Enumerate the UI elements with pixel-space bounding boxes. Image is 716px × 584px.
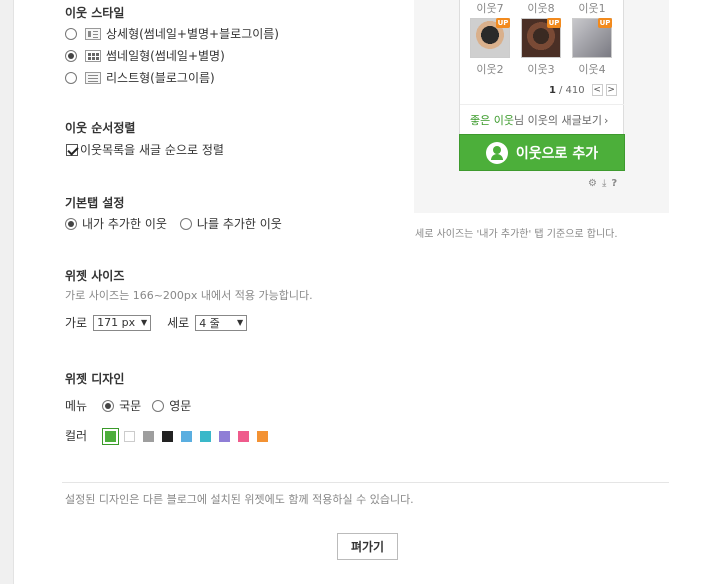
sort-checkbox-label: 이웃목록을 새글 순으로 정렬 xyxy=(80,143,224,157)
style-option-label: 리스트형(블로그이름) xyxy=(106,71,215,85)
tab-radio-added-me[interactable] xyxy=(179,217,192,230)
help-icon[interactable]: ? xyxy=(611,178,617,189)
color-swatch[interactable] xyxy=(181,430,193,442)
footer-divider xyxy=(62,482,669,483)
left-edge-bar xyxy=(0,0,14,584)
add-neighbor-label: 이웃으로 추가 xyxy=(515,145,599,162)
neighbor-avatar[interactable]: UP xyxy=(470,18,510,58)
add-neighbor-button[interactable]: 이웃으로 추가 xyxy=(459,134,625,171)
default-tab-section-title: 기본탭 설정 xyxy=(65,196,125,210)
color-row: 컬러 xyxy=(65,427,276,445)
neighbor-name[interactable]: 이웃1 xyxy=(571,0,613,16)
neighbor-name[interactable]: 이웃4 xyxy=(571,61,613,77)
style-option-label: 썸네일형(썸네일+별명) xyxy=(106,49,225,63)
update-badge: UP xyxy=(496,18,510,28)
menu-option-label: 국문 xyxy=(119,399,142,413)
color-swatch[interactable] xyxy=(257,430,269,442)
color-swatch[interactable] xyxy=(219,430,231,442)
preview-caption: 세로 사이즈는 '내가 추가한' 탭 기준으로 합니다. xyxy=(415,229,618,240)
preview-divider xyxy=(460,104,624,105)
tab-option-label: 내가 추가한 이웃 xyxy=(82,217,167,231)
color-swatch[interactable] xyxy=(238,430,250,442)
color-swatch[interactable] xyxy=(143,430,155,442)
color-swatch[interactable] xyxy=(124,430,136,442)
neighbor-name[interactable]: 이웃7 xyxy=(469,0,511,16)
detail-layout-icon xyxy=(85,27,101,40)
menu-radio-korean[interactable] xyxy=(102,399,115,412)
style-section-title: 이웃 스타일 xyxy=(65,6,125,20)
menu-radio-english[interactable] xyxy=(152,399,165,412)
style-option-label: 상세형(썸네일+별명+블로그이름) xyxy=(106,27,279,41)
pager-total: / 410 xyxy=(558,84,585,96)
pager-next-button[interactable]: > xyxy=(605,84,617,96)
sort-section-title: 이웃 순서정렬 xyxy=(65,121,136,135)
tab-option-label: 나를 추가한 이웃 xyxy=(196,217,282,231)
neighbor-name[interactable]: 이웃3 xyxy=(520,61,562,77)
neighbor-avatar[interactable]: UP xyxy=(572,18,612,58)
width-select-value: 171 px xyxy=(97,316,136,329)
width-label: 가로 xyxy=(65,316,88,330)
widget-preview-panel: 이웃7 이웃8 이웃1 UP UP UP 이웃2 이웃3 이웃4 1 / 410… xyxy=(414,0,669,213)
color-swatch[interactable] xyxy=(102,427,120,445)
height-label: 세로 xyxy=(167,316,190,330)
neighbor-name[interactable]: 이웃2 xyxy=(469,61,511,77)
pager-current: 1 xyxy=(549,84,556,96)
style-option-list[interactable]: 리스트형(블로그이름) xyxy=(65,69,215,86)
update-badge: UP xyxy=(547,18,561,28)
chevron-down-icon: ▼ xyxy=(237,318,244,327)
sort-checkbox-row[interactable]: 이웃목록을 새글 순으로 정렬 xyxy=(66,141,224,158)
height-select-value: 4 줄 xyxy=(199,316,220,330)
pager-prev-button[interactable]: < xyxy=(591,84,603,96)
footer-note: 설정된 디자인은 다른 블로그에 설치된 위젯에도 함께 적용하실 수 있습니다… xyxy=(65,493,414,506)
color-swatch-list xyxy=(102,427,276,445)
style-radio-list[interactable] xyxy=(65,71,77,84)
neighbor-avatar[interactable]: UP xyxy=(521,18,561,58)
style-radio-thumbnail[interactable] xyxy=(65,49,77,62)
apply-button[interactable]: 펴가기 xyxy=(337,533,398,560)
download-icon[interactable]: ⤓ xyxy=(602,178,606,189)
tab-radio-added-by-me[interactable] xyxy=(65,217,77,230)
preview-pager: 1 / 410 < > xyxy=(549,84,617,96)
widget-design-section-title: 위젯 디자인 xyxy=(65,372,125,386)
menu-label: 메뉴 xyxy=(65,399,88,413)
thumbnail-layout-icon xyxy=(85,49,101,62)
sort-new-posts-checkbox[interactable] xyxy=(66,143,78,156)
widget-size-section-title: 위젯 사이즈 xyxy=(65,269,125,283)
update-badge: UP xyxy=(598,18,612,28)
gear-icon[interactable]: ⚙ xyxy=(588,178,597,189)
height-select[interactable]: 4 줄 ▼ xyxy=(195,314,248,331)
neighbor-name[interactable]: 이웃8 xyxy=(520,0,562,16)
color-swatch[interactable] xyxy=(200,430,212,442)
person-icon xyxy=(485,141,508,164)
default-tab-options: 내가 추가한 이웃 나를 추가한 이웃 xyxy=(65,215,282,232)
style-option-detail[interactable]: 상세형(썸네일+별명+블로그이름) xyxy=(65,25,279,42)
menu-option-label: 영문 xyxy=(169,399,192,413)
style-radio-detail[interactable] xyxy=(65,27,77,40)
list-layout-icon xyxy=(85,71,101,84)
style-option-thumbnail[interactable]: 썸네일형(썸네일+별명) xyxy=(65,47,225,64)
color-label: 컬러 xyxy=(65,429,88,443)
preview-tools: ⚙ ⤓ ? xyxy=(588,178,617,189)
chevron-right-icon: › xyxy=(603,114,609,127)
widget-size-hint: 가로 사이즈는 166~200px 내에서 적용 가능합니다. xyxy=(65,289,313,302)
menu-language-row: 메뉴 국문 영문 xyxy=(65,397,191,414)
new-posts-link-highlight: 좋은 이웃 xyxy=(470,114,514,127)
widget-size-row: 가로 171 px ▼ 세로 4 줄 ▼ xyxy=(65,314,248,331)
new-posts-link[interactable]: 좋은 이웃님 이웃의 새글보기 › xyxy=(470,112,608,128)
chevron-down-icon: ▼ xyxy=(140,318,148,327)
color-swatch[interactable] xyxy=(162,430,174,442)
width-select[interactable]: 171 px ▼ xyxy=(93,314,152,331)
new-posts-link-text: 님 이웃의 새글보기 xyxy=(513,114,602,127)
